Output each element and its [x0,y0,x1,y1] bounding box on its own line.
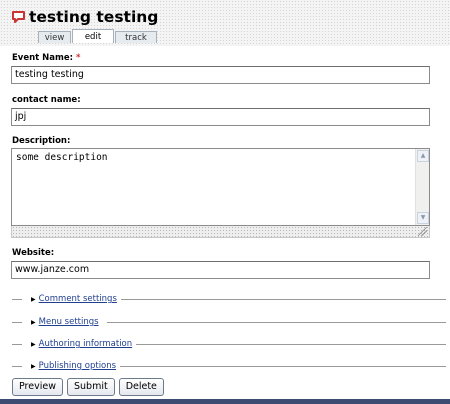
event-name-input[interactable]: testing testing [11,66,430,84]
menu-settings-link[interactable]: Menu settings [39,317,99,327]
fieldset-legend[interactable]: ▶ Menu settings [31,317,103,327]
fieldset-publishing-options: ▶ Publishing options [12,361,446,373]
tab-view[interactable]: view [38,31,71,43]
fieldset-comment-settings: ▶ Comment settings [12,294,446,306]
tab-edit[interactable]: edit [72,29,114,43]
contact-name-label: contact name: [12,95,81,105]
website-input[interactable]: www.janze.com [11,261,430,279]
authoring-information-link[interactable]: Authoring information [39,339,133,349]
publishing-options-link[interactable]: Publishing options [39,361,116,371]
submit-button[interactable]: Submit [66,378,115,396]
tab-track[interactable]: track [115,31,157,43]
fieldset-divider [12,366,22,367]
comment-settings-link[interactable]: Comment settings [39,294,117,304]
description-scrollbar[interactable]: ▲ ▼ [415,149,429,225]
event-name-label: Event Name: * [12,53,80,63]
fieldset-divider [12,299,22,300]
preview-button[interactable]: Preview [12,378,63,396]
scroll-up-icon[interactable]: ▲ [417,150,429,162]
contact-name-input[interactable]: jpj [11,108,430,126]
scroll-down-icon[interactable]: ▼ [417,212,429,224]
collapsed-arrow-icon: ▶ [31,362,36,370]
page-title: testing testing [29,8,159,26]
description-text: some description [16,152,108,163]
fieldset-legend[interactable]: ▶ Authoring information [31,339,137,349]
page-header: testing testing view edit track [0,0,450,46]
comment-bubble-icon [11,10,26,25]
bottom-border [0,399,450,404]
collapsed-arrow-icon: ▶ [31,340,36,348]
fieldset-menu-settings: ▶ Menu settings [12,317,446,329]
fieldset-legend[interactable]: ▶ Publishing options [31,361,121,371]
fieldset-divider [12,322,22,323]
textarea-resize-grip[interactable] [11,226,430,238]
form-actions: Preview Submit Delete [12,378,168,396]
fieldset-divider [118,366,446,367]
page-title-row: testing testing [11,8,158,26]
resize-corner-icon[interactable] [418,227,427,236]
fieldset-legend[interactable]: ▶ Comment settings [31,294,121,304]
tab-bar: view edit track [38,29,158,43]
collapsed-arrow-icon: ▶ [31,295,36,303]
fieldset-authoring-information: ▶ Authoring information [12,339,446,351]
description-textarea[interactable]: some description ▲ ▼ [11,148,430,226]
fieldset-divider [132,344,446,345]
description-label: Description: [12,136,71,146]
event-name-label-text: Event Name: [12,53,74,63]
required-marker: * [76,53,81,63]
fieldset-divider [118,299,446,300]
fieldset-divider [107,322,446,323]
delete-button[interactable]: Delete [118,378,164,396]
website-label: Website: [12,248,55,258]
collapsed-arrow-icon: ▶ [31,318,36,326]
fieldset-divider [12,344,22,345]
